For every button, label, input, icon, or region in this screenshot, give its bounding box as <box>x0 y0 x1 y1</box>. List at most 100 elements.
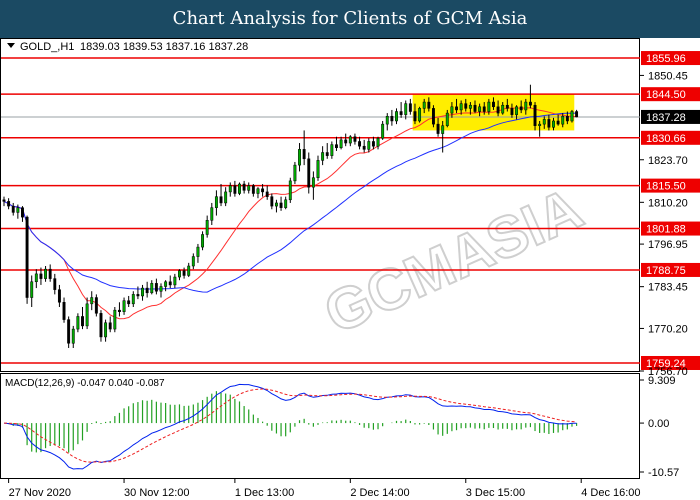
candle-body <box>251 185 255 194</box>
candle-body <box>362 145 366 150</box>
candle-body <box>39 273 43 279</box>
y-tick-label: 1850.45 <box>648 70 688 82</box>
candle-body <box>464 103 468 109</box>
candle-body <box>547 119 551 128</box>
level-label: 1844.50 <box>646 89 686 101</box>
candle-body <box>90 297 94 305</box>
candle-body <box>62 302 66 320</box>
candle-body <box>321 152 325 161</box>
candle-body <box>325 152 329 156</box>
candle <box>94 294 98 317</box>
candle-body <box>136 294 140 297</box>
candle-body <box>422 101 426 109</box>
candle-body <box>487 101 491 112</box>
candle-body <box>265 191 269 197</box>
candle-body <box>455 106 458 111</box>
candle-body <box>436 123 440 134</box>
candle-body <box>187 265 191 276</box>
candle-body <box>205 220 209 235</box>
candle-body <box>104 322 108 338</box>
candle-body <box>468 104 472 109</box>
chart-canvas: GCMASIA 1855.961844.501830.661815.501801… <box>0 38 700 499</box>
candle-body <box>182 270 186 276</box>
candle-body <box>284 199 288 208</box>
candle-body <box>515 106 519 115</box>
candle-body <box>524 101 528 111</box>
candle-body <box>561 115 565 125</box>
candle-body <box>25 216 29 298</box>
candle <box>113 306 117 333</box>
level-label: 1815.50 <box>646 181 686 193</box>
candle-body <box>53 278 57 290</box>
candle-body <box>274 202 278 207</box>
candle-body <box>279 202 283 208</box>
candle-body <box>247 185 251 191</box>
candle-body <box>482 106 486 112</box>
candle <box>288 177 292 203</box>
candle-body <box>164 281 168 287</box>
candle-body <box>528 101 532 106</box>
candle-body <box>353 136 357 142</box>
candle-body <box>519 106 523 111</box>
candle-body <box>316 160 320 178</box>
y-tick-label: 1796.95 <box>648 239 688 251</box>
level-label: 1855.96 <box>646 53 686 65</box>
current-price-label: 1837.28 <box>646 112 686 124</box>
candle-body <box>450 106 454 114</box>
candle-body <box>288 180 292 201</box>
candle-body <box>141 287 144 297</box>
candle-body <box>99 313 103 338</box>
candle-body <box>565 115 569 122</box>
candle-body <box>224 191 228 204</box>
candle-body <box>542 119 546 125</box>
candle-body <box>376 138 380 147</box>
candle-body <box>505 104 509 109</box>
candle-body <box>408 103 412 112</box>
candle-body <box>108 322 112 330</box>
candle-body <box>552 120 555 128</box>
candle-body <box>459 103 463 111</box>
candle-body <box>367 141 371 150</box>
candle <box>431 105 435 128</box>
candle-body <box>575 111 579 118</box>
candle-body <box>492 101 495 108</box>
candle-body <box>381 123 385 139</box>
candle-body <box>150 283 154 294</box>
candle <box>570 109 574 123</box>
candle-body <box>307 158 311 188</box>
candle-body <box>261 188 265 193</box>
x-tick-label: 3 Dec 15:00 <box>466 487 525 499</box>
y-tick-label: 1810.20 <box>648 197 688 209</box>
level-label: 1830.66 <box>646 133 686 145</box>
candle-body <box>168 281 172 286</box>
candle-body <box>94 297 98 314</box>
candle-body <box>71 328 75 344</box>
candle-body <box>145 287 149 294</box>
macd-panel <box>0 373 640 479</box>
candle-body <box>228 185 232 193</box>
candle-body <box>159 286 163 292</box>
candle-body <box>21 207 24 218</box>
y-tick-label: 1783.45 <box>648 282 688 294</box>
candle-body <box>533 104 537 126</box>
candle-body <box>371 141 375 147</box>
candle-body <box>16 207 20 213</box>
macd-y-tick-label: 0.00 <box>648 418 669 430</box>
macd-label: MACD(12,26,9) -0.047 0.040 -0.087 <box>5 378 165 389</box>
candle-body <box>122 300 126 312</box>
candle-body <box>210 207 214 221</box>
candle-body <box>270 196 274 207</box>
symbol-label: GOLD_,H1 <box>20 41 74 53</box>
candle <box>293 161 297 185</box>
candle-body <box>302 149 306 160</box>
candle <box>67 316 71 348</box>
candle-body <box>358 141 362 147</box>
candle-body <box>330 144 334 156</box>
candle-body <box>196 246 200 257</box>
candle-body <box>431 108 435 125</box>
candle-body <box>348 136 352 144</box>
candle-body <box>242 183 246 191</box>
candle-body <box>131 294 135 305</box>
candle-body <box>57 289 61 303</box>
candle-body <box>85 303 89 327</box>
